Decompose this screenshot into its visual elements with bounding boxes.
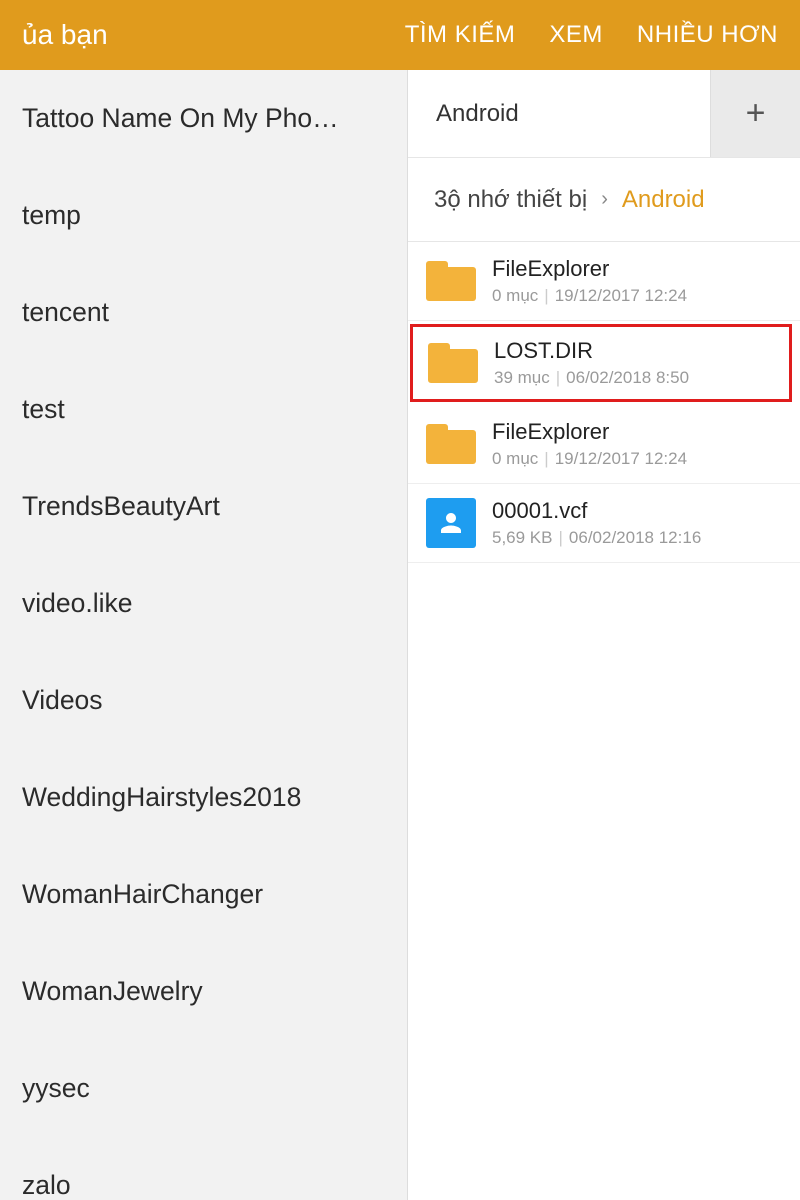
file-meta: 00001.vcf 5,69 KB|06/02/2018 12:16 [492,498,780,548]
folder-item[interactable]: WeddingHairstyles2018 [0,749,407,846]
tab-add[interactable]: + [710,70,800,157]
folder-item[interactable]: tencent [0,264,407,361]
header-title: ủa bạn [22,19,108,51]
file-name: 00001.vcf [492,498,780,524]
search-action[interactable]: TÌM KIẾM [405,21,516,49]
folder-item[interactable]: video.like [0,555,407,652]
folder-item[interactable]: WomanJewelry [0,943,407,1040]
file-row[interactable]: FileExplorer 0 mục|19/12/2017 12:24 [408,405,800,484]
detail-panel: Android + 3ộ nhớ thiết bị › Android File… [408,70,800,1200]
file-name: FileExplorer [492,256,780,282]
tab-bar: Android + [408,70,800,158]
content-area: Tattoo Name On My Pho… temp tencent test… [0,70,800,1200]
file-row-highlighted[interactable]: LOST.DIR 39 mục|06/02/2018 8:50 [410,324,792,402]
folder-item[interactable]: Videos [0,652,407,749]
file-meta: FileExplorer 0 mục|19/12/2017 12:24 [492,256,780,306]
file-subinfo: 5,69 KB|06/02/2018 12:16 [492,528,780,548]
folder-icon [426,424,476,464]
chevron-right-icon: › [601,188,608,211]
folder-list-panel: Tattoo Name On My Pho… temp tencent test… [0,70,408,1200]
folder-item[interactable]: yysec [0,1040,407,1137]
folder-item[interactable]: test [0,361,407,458]
file-subinfo: 0 mục|19/12/2017 12:24 [492,286,780,306]
file-row[interactable]: 00001.vcf 5,69 KB|06/02/2018 12:16 [408,484,800,563]
file-subinfo: 39 mục|06/02/2018 8:50 [494,368,772,388]
file-meta: FileExplorer 0 mục|19/12/2017 12:24 [492,419,780,469]
view-action[interactable]: XEM [549,21,603,49]
file-subinfo: 0 mục|19/12/2017 12:24 [492,449,780,469]
file-list: FileExplorer 0 mục|19/12/2017 12:24 LOST… [408,242,800,1200]
plus-icon: + [746,94,766,133]
folder-icon [426,261,476,301]
tab-android[interactable]: Android [408,70,710,157]
file-row[interactable]: FileExplorer 0 mục|19/12/2017 12:24 [408,242,800,321]
folder-item[interactable]: WomanHairChanger [0,846,407,943]
folder-item[interactable]: Tattoo Name On My Pho… [0,70,407,167]
folder-item[interactable]: zalo [0,1137,407,1200]
breadcrumb-root[interactable]: 3ộ nhớ thiết bị [434,186,587,214]
contact-icon [426,498,476,548]
folder-item[interactable]: temp [0,167,407,264]
more-action[interactable]: NHIỀU HƠN [637,21,778,49]
folder-icon [428,343,478,383]
folder-item[interactable]: TrendsBeautyArt [0,458,407,555]
file-meta: LOST.DIR 39 mục|06/02/2018 8:50 [494,338,772,388]
file-name: LOST.DIR [494,338,772,364]
breadcrumb-current[interactable]: Android [622,186,705,214]
app-header: ủa bạn TÌM KIẾM XEM NHIỀU HƠN [0,0,800,70]
header-actions: TÌM KIẾM XEM NHIỀU HƠN [405,21,778,49]
file-name: FileExplorer [492,419,780,445]
breadcrumb: 3ộ nhớ thiết bị › Android [408,158,800,242]
